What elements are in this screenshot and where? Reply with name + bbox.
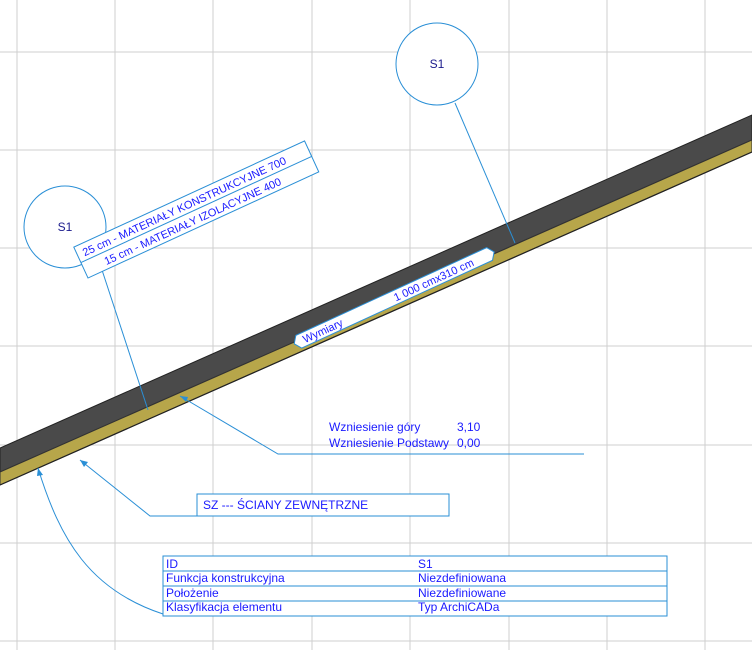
row-label: Funkcja konstrukcyjna xyxy=(166,571,285,585)
row-value: Typ ArchiCADa xyxy=(418,600,500,614)
layer-name-text: SZ --- ŚCIANY ZEWNĘTRZNE xyxy=(203,497,368,512)
row-label: Położenie xyxy=(166,586,219,600)
drawing-canvas[interactable]: S1 S1 25 cm - MATERIAŁY KONSTRUKCYJNE 70… xyxy=(0,0,752,650)
dimensions-label[interactable]: Wymiary 1 000 cmx310 cm xyxy=(291,246,497,351)
plan-view: S1 S1 25 cm - MATERIAŁY KONSTRUKCYJNE 70… xyxy=(0,0,752,650)
marker-label: S1 xyxy=(430,57,445,71)
layer-construction-text: 25 cm - MATERIAŁY KONSTRUKCYJNE 700 xyxy=(81,155,288,259)
elevation-top-value: 3,10 xyxy=(457,420,481,434)
layers-label[interactable]: 25 cm - MATERIAŁY KONSTRUKCYJNE 700 15 c… xyxy=(73,140,320,279)
row-value: Niezdefiniowana xyxy=(418,571,506,585)
elevation-base-value: 0,00 xyxy=(457,436,481,450)
elevation-top-label: Wzniesienie góry xyxy=(329,420,420,434)
wall-core-layer xyxy=(0,114,752,473)
leader-lines xyxy=(37,102,584,615)
elevation-base-label: Wzniesienie Podstawy xyxy=(329,436,449,450)
properties-table[interactable]: ID S1 Funkcja konstrukcyjna Niezdefiniow… xyxy=(162,555,668,617)
grid xyxy=(0,0,752,650)
marker-label: S1 xyxy=(58,220,73,234)
row-value: S1 xyxy=(418,557,433,571)
marker-s1-top[interactable]: S1 xyxy=(395,22,479,106)
row-label: ID xyxy=(166,557,178,571)
layer-name-box[interactable]: SZ --- ŚCIANY ZEWNĘTRZNE xyxy=(196,493,450,517)
row-label: Klasyfikacja elementu xyxy=(166,600,282,614)
row-value: Niezdefiniowane xyxy=(418,586,506,600)
elevation-info[interactable]: Wzniesienie góry 3,10 Wzniesienie Podsta… xyxy=(329,420,481,450)
